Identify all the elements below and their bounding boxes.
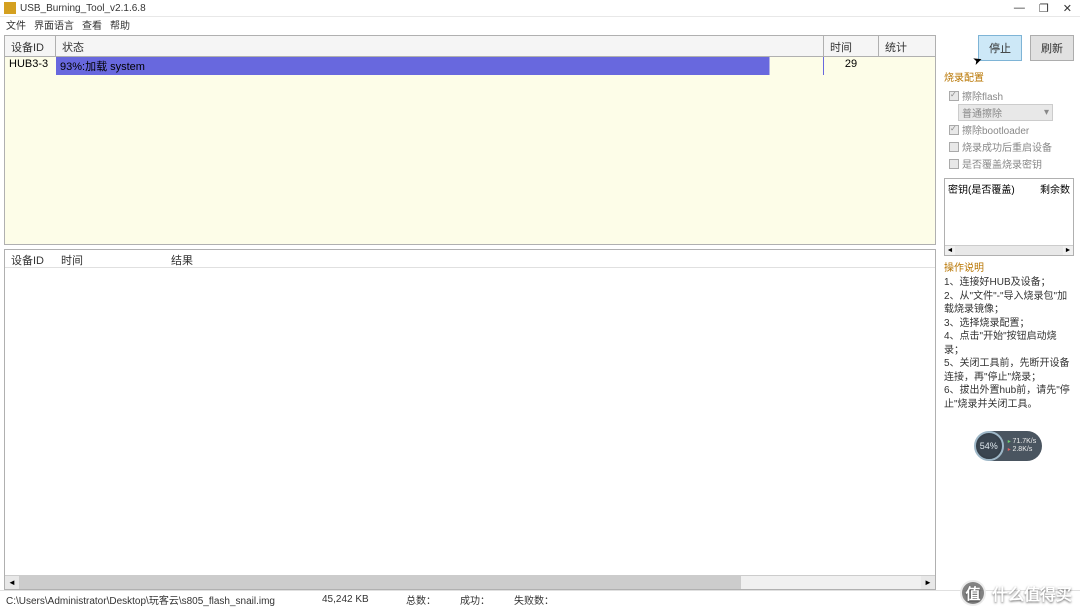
key-panel-body — [945, 198, 1073, 245]
header-time[interactable]: 时间 — [824, 36, 879, 56]
scroll-track[interactable] — [19, 576, 921, 590]
config-overwrite-key: 是否覆盖烧录密钥 — [944, 155, 1074, 172]
header-device-id[interactable]: 设备ID — [5, 36, 56, 56]
config-panel: 烧录配置 擦除flash 普通擦除 ▾ 擦除bootloader 烧录成功后重启… — [944, 69, 1074, 172]
chevron-down-icon: ▾ — [1044, 107, 1049, 118]
instructions-body: 1、连接好HUB及设备； 2、从"文件"-"导入烧录包"加载烧录镜像； 3、选择… — [944, 274, 1074, 411]
titlebar: USB_Burning_Tool_v2.1.6.8 — ❐ ✕ — [0, 0, 1080, 17]
device-row[interactable]: HUB3-3 93%:加载 system 29 — [5, 57, 935, 75]
app-icon — [4, 2, 16, 14]
refresh-button[interactable]: 刷新 — [1030, 35, 1074, 61]
watermark-icon: 值 — [960, 580, 986, 606]
window-controls: — ❐ ✕ — [1014, 2, 1072, 15]
instructions-title: 操作说明 — [944, 259, 1074, 274]
main-area: 设备ID 状态 时间 统计 HUB3-3 93%:加载 system 29 设备… — [0, 31, 1080, 590]
instruction-line: 4、点击"开始"按钮启动烧录； — [944, 330, 1074, 357]
menu-file[interactable]: 文件 — [6, 17, 26, 32]
device-table-header: 设备ID 状态 时间 统计 — [5, 36, 935, 57]
horizontal-scrollbar[interactable]: ◄ ► — [5, 575, 935, 589]
log-header-result[interactable]: 结果 — [165, 250, 935, 267]
header-stat[interactable]: 统计 — [879, 36, 935, 56]
watermark-text: 什么值得买 — [992, 581, 1072, 605]
label-erase-bootloader: 擦除bootloader — [962, 122, 1029, 137]
menu-view[interactable]: 查看 — [82, 17, 102, 32]
status-total: 总数： — [406, 592, 436, 607]
instruction-line: 6、拔出外置hub前，请先"停止"烧录并关闭工具。 — [944, 384, 1074, 411]
scroll-right-icon[interactable]: ► — [921, 576, 935, 590]
checkbox-erase-flash — [949, 91, 959, 101]
config-erase-bootloader: 擦除bootloader — [944, 121, 1074, 138]
instruction-line: 1、连接好HUB及设备； — [944, 276, 1074, 290]
close-button[interactable]: ✕ — [1063, 2, 1072, 15]
key-header-remain: 剩余数 — [1040, 181, 1070, 196]
checkbox-erase-bootloader — [949, 125, 959, 135]
label-overwrite-key: 是否覆盖烧录密钥 — [962, 156, 1042, 171]
performance-percent: 54% — [974, 431, 1004, 461]
checkbox-overwrite-key — [949, 159, 959, 169]
status-fail: 失败数： — [514, 592, 554, 607]
scroll-thumb[interactable] — [19, 576, 741, 590]
action-buttons: 停止 刷新 — [944, 35, 1074, 61]
checkbox-reboot — [949, 142, 959, 152]
config-title: 烧录配置 — [944, 69, 1074, 84]
right-panel: 停止 刷新 烧录配置 擦除flash 普通擦除 ▾ 擦除bootloader 烧… — [940, 31, 1080, 590]
device-table: 设备ID 状态 时间 统计 HUB3-3 93%:加载 system 29 — [4, 35, 936, 245]
net-upload: 71.7K/s — [1008, 438, 1036, 446]
log-table-header: 设备ID 时间 结果 — [5, 250, 935, 268]
menu-language[interactable]: 界面语言 — [34, 17, 74, 32]
key-panel-header: 密钥(是否覆盖) 剩余数 — [945, 179, 1073, 198]
instruction-line: 5、关闭工具前，先断开设备连接，再"停止"烧录； — [944, 357, 1074, 384]
erase-mode-combo: 普通擦除 ▾ — [958, 104, 1053, 121]
log-table: 设备ID 时间 结果 ◄ ► — [4, 249, 936, 590]
status-success: 成功： — [460, 592, 490, 607]
key-panel: 密钥(是否覆盖) 剩余数 ◄ ► — [944, 178, 1074, 256]
statusbar: C:\Users\Administrator\Desktop\玩客云\s805_… — [0, 590, 1080, 608]
watermark: 值 什么值得买 — [960, 580, 1072, 606]
erase-mode-value: 普通擦除 — [962, 105, 1002, 120]
key-scroll-left-icon[interactable]: ◄ — [945, 246, 955, 255]
header-status[interactable]: 状态 — [56, 36, 824, 56]
cell-stat — [879, 57, 935, 75]
minimize-button[interactable]: — — [1014, 2, 1025, 15]
instruction-line: 2、从"文件"-"导入烧录包"加载烧录镜像； — [944, 290, 1074, 317]
stop-button[interactable]: 停止 — [978, 35, 1022, 61]
label-reboot: 烧录成功后重启设备 — [962, 139, 1052, 154]
cell-status-text: 93%:加载 system — [60, 61, 145, 73]
maximize-button[interactable]: ❐ — [1039, 2, 1049, 15]
config-reboot-after: 烧录成功后重启设备 — [944, 138, 1074, 155]
cell-device-id: HUB3-3 — [5, 57, 56, 75]
window-title: USB_Burning_Tool_v2.1.6.8 — [20, 3, 1014, 14]
performance-stats: 71.7K/s 2.8K/s — [1008, 438, 1036, 455]
cell-time: 29 — [824, 57, 879, 75]
performance-widget[interactable]: 54% 71.7K/s 2.8K/s — [944, 431, 1074, 461]
label-erase-flash: 擦除flash — [962, 88, 1003, 103]
scroll-left-icon[interactable]: ◄ — [5, 576, 19, 590]
key-scrollbar[interactable]: ◄ ► — [945, 245, 1073, 255]
key-scroll-right-icon[interactable]: ► — [1063, 246, 1073, 255]
log-body — [5, 268, 935, 575]
key-header-name: 密钥(是否覆盖) — [948, 181, 1015, 196]
status-path: C:\Users\Administrator\Desktop\玩客云\s805_… — [6, 592, 298, 607]
net-download: 2.8K/s — [1008, 446, 1036, 454]
key-scroll-track[interactable] — [955, 246, 1063, 255]
menu-help[interactable]: 帮助 — [110, 17, 130, 32]
status-size: 45,242 KB — [322, 594, 382, 605]
left-column: 设备ID 状态 时间 统计 HUB3-3 93%:加载 system 29 设备… — [0, 31, 940, 590]
log-header-time[interactable]: 时间 — [55, 250, 165, 267]
config-erase-flash: 擦除flash — [944, 87, 1074, 104]
log-header-id[interactable]: 设备ID — [5, 250, 55, 267]
menubar: 文件 界面语言 查看 帮助 — [0, 17, 1080, 31]
cell-status-progress: 93%:加载 system — [56, 57, 824, 75]
instruction-line: 3、选择烧录配置； — [944, 317, 1074, 331]
performance-widget-body: 54% 71.7K/s 2.8K/s — [976, 431, 1042, 461]
